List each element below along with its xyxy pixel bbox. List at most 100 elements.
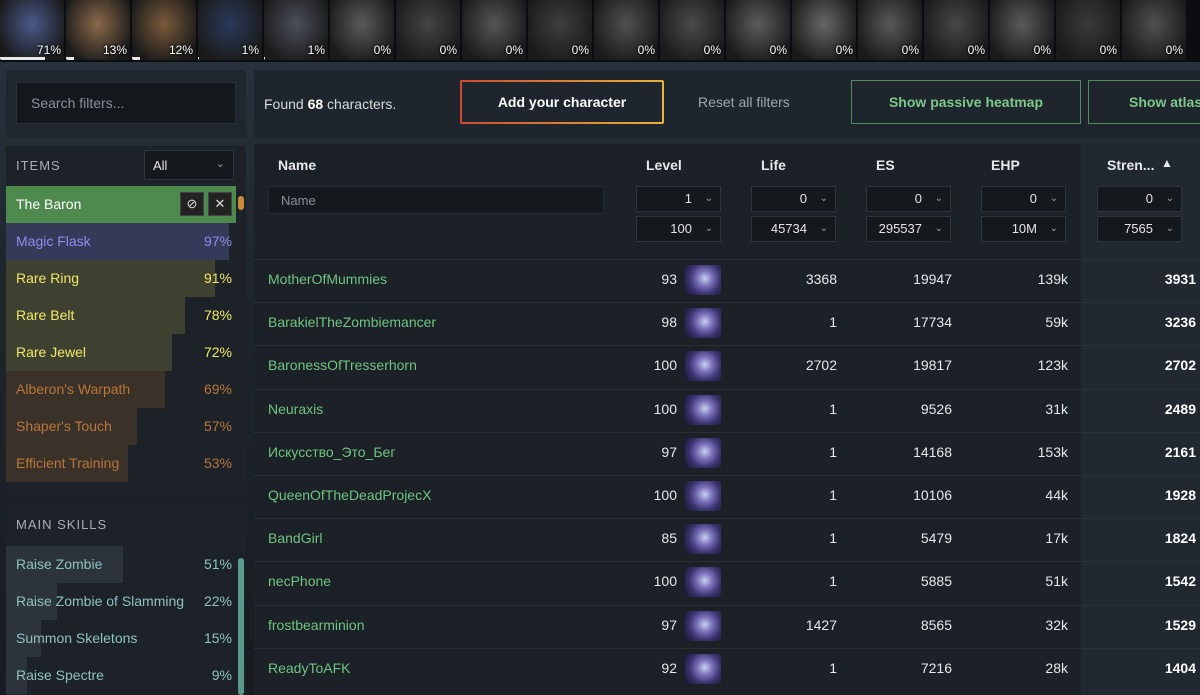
table-row[interactable]: BaronessOfTresserhorn 100 2702 19817 123k 270… bbox=[254, 345, 1200, 388]
es-min-select[interactable]: 0 ⌄ bbox=[866, 186, 951, 212]
chevron-down-icon: ⌄ bbox=[215, 158, 225, 170]
class-portrait[interactable]: 0% bbox=[660, 0, 724, 60]
character-name-link[interactable]: Neuraxis bbox=[268, 401, 323, 417]
table-row[interactable]: ReadyToAFK 92 1 7216 28k 1404 bbox=[254, 648, 1200, 691]
table-row[interactable]: Neuraxis 100 1 9526 31k 2489 bbox=[254, 389, 1200, 432]
class-percent: 71% bbox=[36, 43, 61, 57]
class-portrait[interactable]: 13% bbox=[66, 0, 130, 60]
character-name-link[interactable]: frostbearminion bbox=[268, 617, 365, 633]
es-max-select[interactable]: 295537 ⌄ bbox=[866, 216, 951, 242]
class-portrait[interactable]: 0% bbox=[1122, 0, 1186, 60]
class-portrait[interactable]: 0% bbox=[924, 0, 988, 60]
show-atlas-button[interactable]: Show atlas bbox=[1088, 80, 1200, 124]
skill-filter-row[interactable]: Raise Spectre 9% bbox=[6, 657, 236, 694]
class-portrait[interactable]: 0% bbox=[858, 0, 922, 60]
skill-filter-row[interactable]: Summon Skeletons 15% bbox=[6, 620, 236, 657]
ehp-max-select[interactable]: 10M ⌄ bbox=[981, 216, 1066, 242]
skill-filter-row[interactable]: Raise Zombie of Slamming 22% bbox=[6, 583, 236, 620]
class-portrait[interactable]: 1% bbox=[198, 0, 262, 60]
class-portrait[interactable]: 0% bbox=[990, 0, 1054, 60]
character-name-link[interactable]: BandGirl bbox=[268, 530, 322, 546]
character-name-link[interactable]: Искусство_Это_Бег bbox=[268, 444, 395, 460]
class-portrait[interactable]: 12% bbox=[132, 0, 196, 60]
column-header-ehp[interactable]: EHP bbox=[991, 157, 1020, 173]
character-level: 97 bbox=[661, 444, 677, 460]
sort-desc-icon[interactable]: ▲ bbox=[1161, 156, 1173, 170]
class-avatar-icon bbox=[685, 524, 721, 554]
item-filter-row[interactable]: Rare Belt 78% bbox=[6, 297, 236, 334]
character-strength: 1542 bbox=[1164, 573, 1196, 589]
character-es: 8565 bbox=[920, 617, 952, 633]
character-name-link[interactable]: necPhone bbox=[268, 573, 331, 589]
class-portrait[interactable]: 1% bbox=[264, 0, 328, 60]
class-portrait[interactable]: 0% bbox=[462, 0, 526, 60]
item-filter-row[interactable]: Rare Jewel 72% bbox=[6, 334, 236, 371]
items-scroll-thumb[interactable] bbox=[238, 196, 244, 210]
search-filters-input[interactable] bbox=[16, 82, 236, 124]
table-row[interactable]: BarakielTheZombiemancer 98 1 17734 59k 3236 bbox=[254, 302, 1200, 345]
column-header-name[interactable]: Name bbox=[278, 157, 316, 173]
reset-filters-button[interactable]: Reset all filters bbox=[698, 94, 790, 110]
class-percent: 0% bbox=[769, 43, 787, 57]
column-header-life[interactable]: Life bbox=[761, 157, 786, 173]
item-percent: 57% bbox=[203, 418, 232, 434]
class-portrait[interactable]: 0% bbox=[330, 0, 394, 60]
skills-scrollbar[interactable] bbox=[238, 546, 244, 695]
table-row[interactable]: frostbearminion 97 1427 8565 32k 1529 bbox=[254, 605, 1200, 648]
add-character-button[interactable]: Add your character bbox=[460, 80, 664, 124]
class-percent: 1% bbox=[307, 43, 325, 57]
life-max-select[interactable]: 45734 ⌄ bbox=[751, 216, 836, 242]
table-row[interactable]: BandGirl 85 1 5479 17k 1824 bbox=[254, 518, 1200, 561]
skill-percent: 51% bbox=[203, 556, 232, 572]
column-header-strength[interactable]: Stren... bbox=[1107, 157, 1154, 173]
class-portrait[interactable]: 0% bbox=[396, 0, 460, 60]
skills-scroll-thumb[interactable] bbox=[238, 558, 244, 695]
character-name-link[interactable]: ReadyToAFK bbox=[268, 660, 350, 676]
character-es: 5885 bbox=[920, 573, 952, 589]
ehp-min-select[interactable]: 0 ⌄ bbox=[981, 186, 1066, 212]
column-header-level[interactable]: Level bbox=[646, 157, 682, 173]
class-portrait[interactable]: 0% bbox=[726, 0, 790, 60]
character-es: 10106 bbox=[913, 487, 952, 503]
table-row[interactable]: QueenOfTheDeadProjecX 100 1 10106 44k 1928 bbox=[254, 475, 1200, 518]
class-portrait[interactable]: 71% bbox=[0, 0, 64, 60]
skill-filter-row[interactable]: Raise Zombie 51% bbox=[6, 546, 236, 583]
class-portrait[interactable]: 0% bbox=[594, 0, 658, 60]
level-min-select[interactable]: 1 ⌄ bbox=[636, 186, 721, 212]
item-filter-row[interactable]: Shaper's Touch 57% bbox=[6, 408, 236, 445]
passive-heatmap-button[interactable]: Show passive heatmap bbox=[851, 80, 1081, 124]
table-row[interactable]: necPhone 100 1 5885 51k 1542 bbox=[254, 561, 1200, 604]
exclude-icon[interactable]: ⊘ bbox=[180, 192, 204, 216]
items-type-select[interactable]: All ⌄ bbox=[144, 150, 234, 180]
name-filter-input[interactable] bbox=[268, 186, 604, 214]
character-name-link[interactable]: BaronessOfTresserhorn bbox=[268, 357, 417, 373]
class-portrait[interactable]: 0% bbox=[792, 0, 856, 60]
character-life: 1 bbox=[829, 530, 837, 546]
character-life: 1427 bbox=[805, 617, 837, 633]
character-name-link[interactable]: QueenOfTheDeadProjecX bbox=[268, 487, 431, 503]
chevron-down-icon: ⌄ bbox=[1165, 193, 1174, 204]
life-min-select[interactable]: 0 ⌄ bbox=[751, 186, 836, 212]
item-filter-row[interactable]: Efficient Training 53% bbox=[6, 445, 236, 482]
table-row[interactable]: Искусство_Это_Бег 97 1 14168 153k 2161 bbox=[254, 432, 1200, 475]
table-row[interactable]: MotherOfMummies 93 3368 19947 139k 3931 bbox=[254, 259, 1200, 302]
class-percent: 0% bbox=[835, 43, 853, 57]
character-life: 1 bbox=[829, 314, 837, 330]
found-count-text: Found 68 characters. bbox=[264, 96, 396, 112]
level-max-select[interactable]: 100 ⌄ bbox=[636, 216, 721, 242]
character-name-link[interactable]: BarakielTheZombiemancer bbox=[268, 314, 436, 330]
strength-min-select[interactable]: 0 ⌄ bbox=[1097, 186, 1182, 212]
items-scrollbar[interactable] bbox=[238, 186, 244, 492]
item-filter-row[interactable]: Alberon's Warpath 69% bbox=[6, 371, 236, 408]
strength-max-select[interactable]: 7565 ⌄ bbox=[1097, 216, 1182, 242]
item-filter-row[interactable]: Magic Flask 97% bbox=[6, 223, 236, 260]
character-name-link[interactable]: MotherOfMummies bbox=[268, 271, 387, 287]
class-portrait[interactable]: 0% bbox=[528, 0, 592, 60]
column-header-es[interactable]: ES bbox=[876, 157, 895, 173]
close-icon[interactable]: ✕ bbox=[208, 192, 232, 216]
item-name: Rare Ring bbox=[16, 270, 80, 286]
class-portrait[interactable]: 0% bbox=[1056, 0, 1120, 60]
item-filter-row[interactable]: Rare Ring 91% bbox=[6, 260, 236, 297]
class-avatar-icon bbox=[685, 265, 721, 295]
item-filter-row[interactable]: The Baron ⊘ ✕ bbox=[6, 186, 236, 223]
